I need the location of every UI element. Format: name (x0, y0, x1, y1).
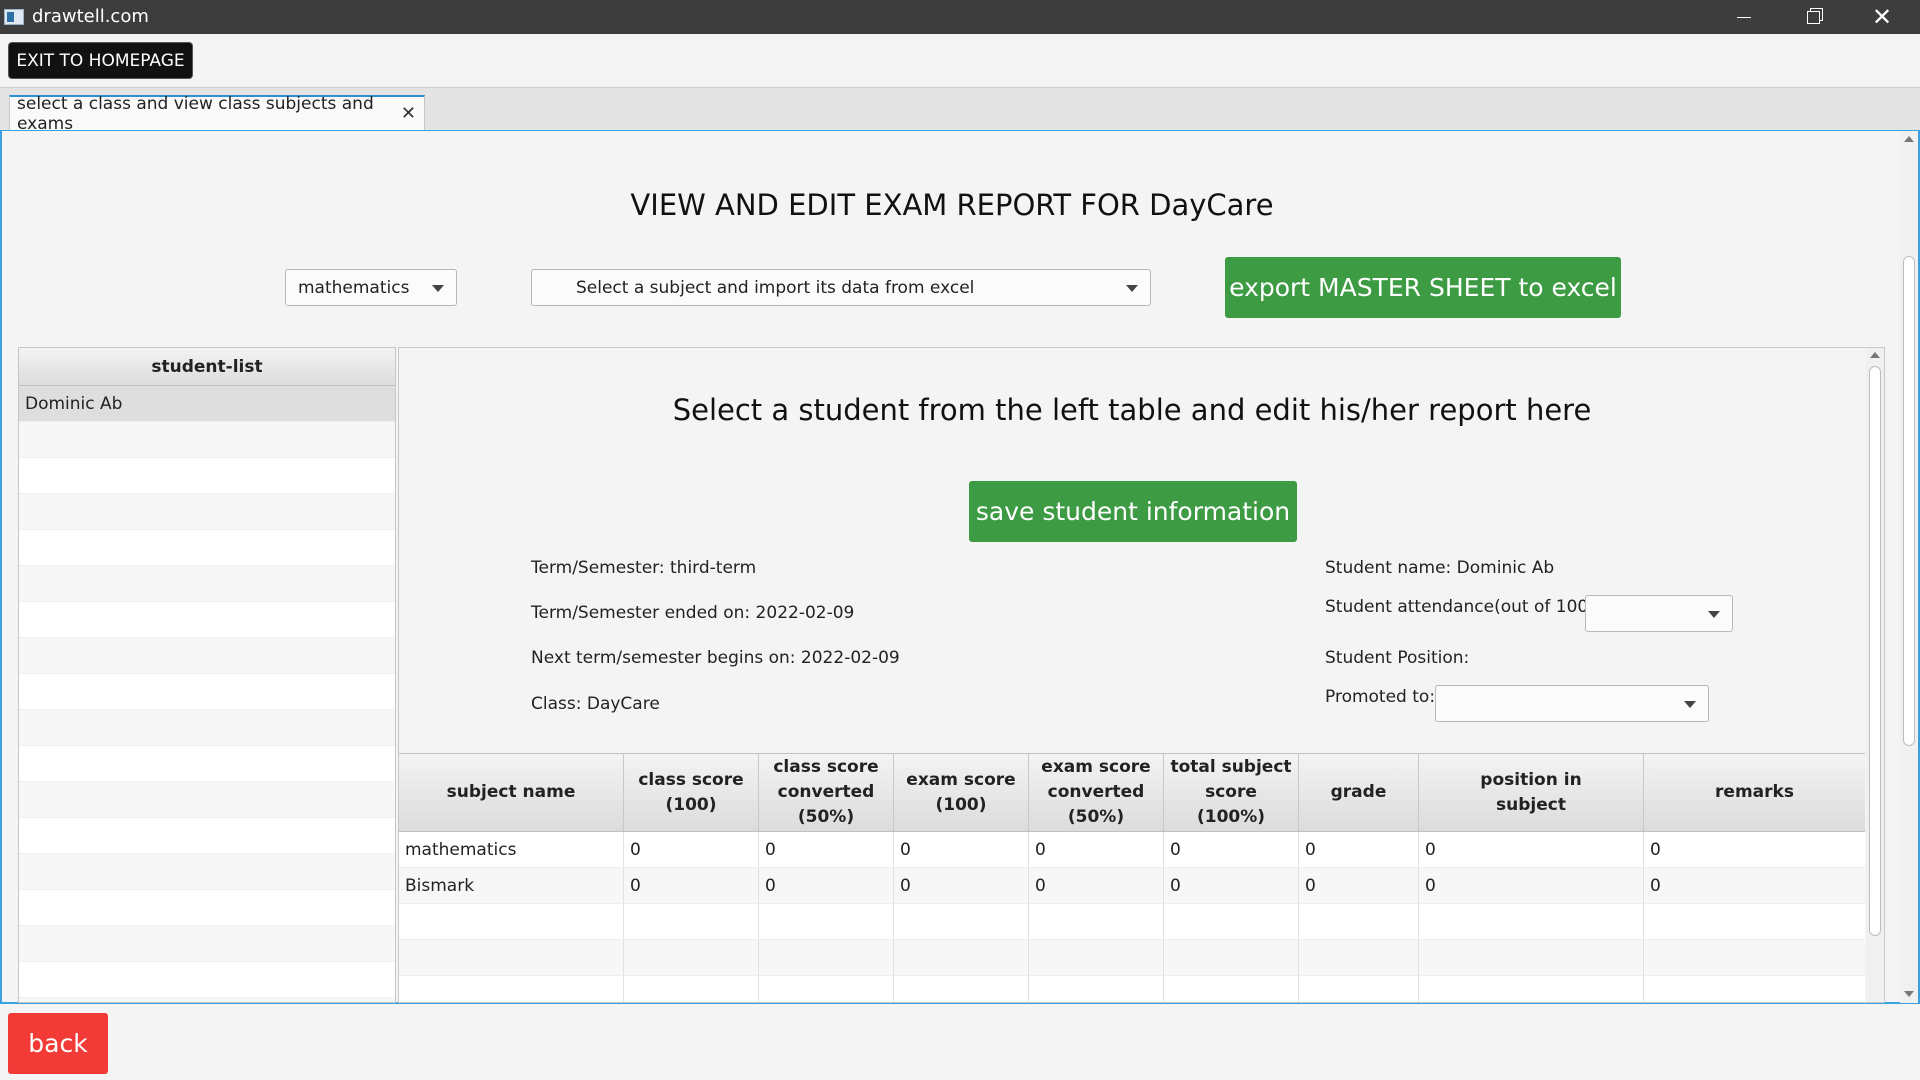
list-item-empty (19, 458, 395, 494)
table-cell[interactable]: 0 (624, 868, 759, 903)
student-list-header[interactable]: student-list (19, 348, 395, 386)
subject-select-value: mathematics (298, 277, 410, 298)
subject-select[interactable]: mathematics (285, 269, 457, 306)
table-cell[interactable]: 0 (1029, 868, 1164, 903)
tab-close-icon[interactable]: ✕ (401, 103, 416, 124)
table-cell[interactable]: 0 (1299, 868, 1419, 903)
student-position-label: Student Position: (1325, 648, 1470, 668)
subjects-table[interactable]: subject name class score (100) class scor… (399, 753, 1865, 1002)
list-item-empty (19, 638, 395, 674)
table-cell[interactable]: 0 (1164, 868, 1299, 903)
scroll-up-icon[interactable] (1904, 136, 1914, 142)
table-cell[interactable]: 0 (894, 868, 1029, 903)
import-subject-select[interactable]: Select a subject and import its data fro… (531, 269, 1151, 306)
table-cell[interactable]: 0 (1419, 832, 1644, 867)
term-label: Term/Semester: third-term (531, 558, 757, 578)
table-cell[interactable]: 0 (1644, 868, 1865, 903)
table-cell[interactable]: 0 (1299, 832, 1419, 867)
student-list-table[interactable]: student-list Dominic Ab (18, 347, 396, 1003)
list-item-empty (19, 854, 395, 890)
col-position-in-subject[interactable]: position in subject (1419, 754, 1644, 831)
tab-select-class[interactable]: select a class and view class subjects a… (9, 94, 425, 134)
scroll-up-icon[interactable] (1870, 352, 1880, 358)
list-item-empty (19, 926, 395, 962)
attendance-select[interactable] (1585, 595, 1733, 632)
chevron-down-icon (1126, 285, 1138, 292)
list-item-empty (19, 530, 395, 566)
class-label: Class: DayCare (531, 694, 660, 714)
col-exam-score-converted[interactable]: exam score converted (50%) (1029, 754, 1164, 831)
report-heading: Select a student from the left table and… (672, 393, 1592, 427)
table-cell[interactable]: 0 (759, 868, 894, 903)
list-item[interactable]: Dominic Ab (19, 386, 395, 422)
exit-to-homepage-button[interactable]: EXIT TO HOMEPAGE (8, 42, 193, 79)
next-term-label: Next term/semester begins on: 2022-02-09 (531, 648, 900, 668)
col-subject-name[interactable]: subject name (399, 754, 624, 831)
save-student-button[interactable]: save student information (969, 481, 1297, 542)
chevron-down-icon (1708, 611, 1720, 618)
col-class-score[interactable]: class score (100) (624, 754, 759, 831)
table-cell[interactable]: 0 (1029, 832, 1164, 867)
list-item-empty (19, 566, 395, 602)
list-item-empty (19, 782, 395, 818)
subjects-table-header: subject name class score (100) class scor… (399, 754, 1865, 832)
table-cell[interactable]: 0 (759, 832, 894, 867)
scrollbar-thumb[interactable] (1869, 366, 1881, 936)
tab-strip: select a class and view class subjects a… (0, 87, 1920, 134)
promoted-select[interactable] (1435, 685, 1709, 722)
table-cell[interactable]: 0 (894, 832, 1029, 867)
scroll-down-icon[interactable] (1904, 991, 1914, 997)
list-item-empty (19, 746, 395, 782)
back-button[interactable]: back (8, 1013, 108, 1074)
list-item-empty (19, 422, 395, 458)
list-item-empty (19, 710, 395, 746)
list-item-empty (19, 602, 395, 638)
tab-label: select a class and view class subjects a… (17, 94, 374, 134)
report-panel: Select a student from the left table and… (398, 347, 1885, 1003)
app-icon (4, 9, 24, 25)
scrollbar-thumb[interactable] (1903, 256, 1915, 746)
window-titlebar: drawtell.com ✕ (0, 0, 1920, 34)
table-row-empty (399, 976, 1865, 1002)
minimize-icon[interactable] (1710, 0, 1778, 34)
table-cell[interactable]: Bismark (399, 868, 624, 903)
window-title: drawtell.com (32, 6, 149, 27)
col-remarks[interactable]: remarks (1644, 754, 1865, 831)
table-cell[interactable]: mathematics (399, 832, 624, 867)
col-exam-score[interactable]: exam score (100) (894, 754, 1029, 831)
student-name-label: Student name: Dominic Ab (1325, 558, 1555, 578)
restore-icon[interactable] (1779, 0, 1847, 34)
table-cell[interactable]: 0 (1644, 832, 1865, 867)
main-panel: VIEW AND EDIT EXAM REPORT FOR DayCare ma… (0, 130, 1920, 1004)
close-icon[interactable]: ✕ (1848, 0, 1916, 34)
chevron-down-icon (432, 285, 444, 292)
promoted-label: Promoted to: (1325, 687, 1436, 707)
list-item-empty (19, 818, 395, 854)
table-cell[interactable]: 0 (624, 832, 759, 867)
export-master-sheet-button[interactable]: export MASTER SHEET to excel (1225, 257, 1621, 318)
page-scrollbar[interactable] (1900, 131, 1918, 1003)
list-item-empty (19, 494, 395, 530)
list-item-empty (19, 674, 395, 710)
col-total-subject-score[interactable]: total subject score (100%) (1164, 754, 1299, 831)
table-row-empty (399, 904, 1865, 940)
table-cell[interactable]: 0 (1419, 868, 1644, 903)
term-ended-label: Term/Semester ended on: 2022-02-09 (531, 603, 855, 623)
list-item-empty (19, 890, 395, 926)
report-scrollbar[interactable] (1866, 348, 1884, 1002)
col-grade[interactable]: grade (1299, 754, 1419, 831)
chevron-down-icon (1684, 701, 1696, 708)
table-cell[interactable]: 0 (1164, 832, 1299, 867)
col-class-score-converted[interactable]: class score converted (50%) (759, 754, 894, 831)
table-row[interactable]: mathematics 0 0 0 0 0 0 0 0 (399, 832, 1865, 868)
table-row-empty (399, 940, 1865, 976)
attendance-label: Student attendance(out of 100): (1325, 597, 1601, 617)
list-item-empty (19, 998, 395, 1002)
page-title: VIEW AND EDIT EXAM REPORT FOR DayCare (630, 188, 1274, 222)
import-select-value: Select a subject and import its data fro… (576, 277, 975, 298)
list-item-empty (19, 962, 395, 998)
table-row[interactable]: Bismark 0 0 0 0 0 0 0 0 (399, 868, 1865, 904)
